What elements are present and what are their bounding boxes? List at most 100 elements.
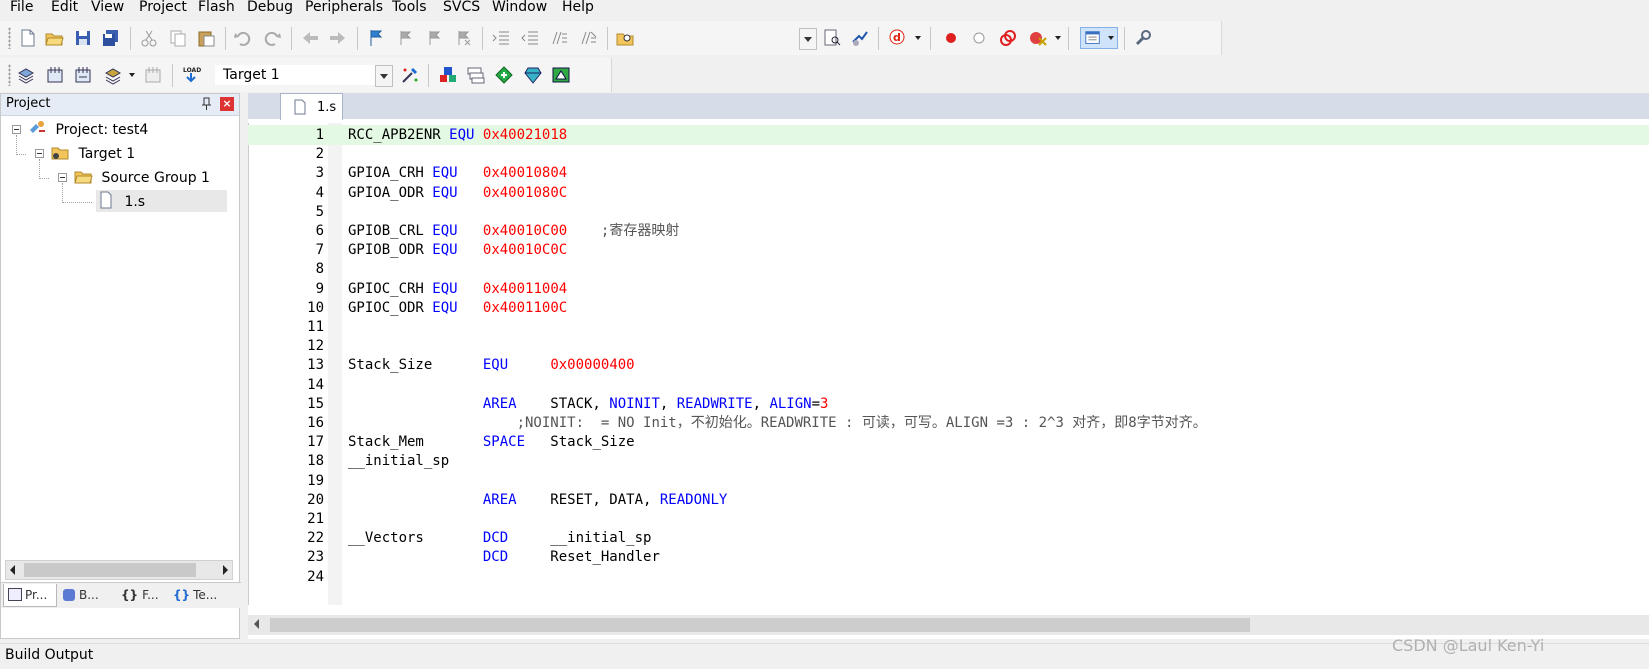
prev-bookmark-icon[interactable]	[395, 28, 415, 48]
code-line[interactable]: 4 GPIOA_ODR EQU 0x4001080C	[248, 183, 1649, 203]
menu-flash[interactable]: Flash	[196, 0, 237, 16]
code-line[interactable]: 23 DCD Reset_Handler	[248, 547, 1649, 567]
next-bookmark-icon[interactable]	[424, 28, 444, 48]
menu-help[interactable]: Help	[560, 0, 596, 16]
file-extensions-icon[interactable]	[466, 65, 486, 85]
configure-icon[interactable]	[1133, 28, 1153, 48]
code-line[interactable]: 21	[248, 509, 1649, 529]
kill-all-breakpoints-icon[interactable]	[1028, 28, 1048, 48]
menu-project[interactable]: Project	[137, 0, 189, 16]
code-line[interactable]: 10 GPIOC_ODR EQU 0x4001100C	[248, 298, 1649, 318]
code-line[interactable]: 19	[248, 471, 1649, 491]
scroll-left-icon[interactable]	[10, 565, 15, 575]
tree-item-target[interactable]: Target 1	[50, 142, 135, 164]
find-in-files-icon[interactable]	[615, 28, 635, 48]
tree-item-file[interactable]: 1.s	[96, 190, 227, 212]
code-line[interactable]: 11	[248, 317, 1649, 337]
menu-tools[interactable]: Tools	[390, 0, 429, 16]
code-line[interactable]: 8	[248, 259, 1649, 279]
menu-file[interactable]: File	[8, 0, 35, 16]
copy-icon[interactable]	[168, 28, 188, 48]
code-line[interactable]: 18 __initial_sp	[248, 451, 1649, 471]
redo-icon[interactable]	[262, 28, 282, 48]
menu-debug[interactable]: Debug	[245, 0, 295, 16]
expand-project-icon[interactable]	[12, 125, 21, 134]
code-line[interactable]: 7 GPIOB_ODR EQU 0x40010C0C	[248, 240, 1649, 260]
bookmark-icon[interactable]	[366, 28, 386, 48]
comment-icon[interactable]	[549, 28, 569, 48]
menu-peripherals[interactable]: Peripherals	[303, 0, 385, 16]
debug-session-icon[interactable]: d	[888, 28, 908, 48]
expand-group-icon[interactable]	[58, 173, 67, 182]
clear-bookmarks-icon[interactable]	[453, 28, 473, 48]
save-all-icon[interactable]	[101, 28, 121, 48]
close-panel-icon[interactable]: ×	[220, 97, 234, 111]
disable-all-breakpoints-icon[interactable]	[998, 28, 1018, 48]
indent-icon[interactable]	[491, 28, 511, 48]
tab-books[interactable]: B...	[59, 584, 111, 606]
code-line[interactable]: 9 GPIOC_CRH EQU 0x40011004	[248, 279, 1649, 299]
manage-components-icon[interactable]	[438, 65, 458, 85]
code-line[interactable]: 2	[248, 144, 1649, 164]
code-line[interactable]: 3 GPIOA_CRH EQU 0x40010804	[248, 163, 1649, 183]
menu-svcs[interactable]: SVCS	[441, 0, 482, 16]
pack-installer-icon[interactable]	[494, 65, 514, 85]
editor-hscrollbar[interactable]	[248, 615, 1649, 635]
insert-breakpoint-icon[interactable]	[941, 28, 961, 48]
tree-item-source-group[interactable]: Source Group 1	[73, 166, 210, 188]
new-file-icon[interactable]	[18, 28, 38, 48]
open-folder-icon[interactable]	[44, 28, 64, 48]
batch-build-icon[interactable]	[103, 65, 123, 85]
project-scroll-thumb[interactable]	[24, 563, 196, 577]
unindent-icon[interactable]	[520, 28, 540, 48]
menu-view[interactable]: View	[89, 0, 126, 16]
code-line[interactable]: 6 GPIOB_CRL EQU 0x40010C00 ;寄存器映射	[248, 221, 1649, 241]
build-icon[interactable]	[45, 65, 65, 85]
menu-window[interactable]: Window	[490, 0, 549, 16]
expand-target-icon[interactable]	[35, 149, 44, 158]
target-options-icon[interactable]	[400, 65, 420, 85]
rebuild-icon[interactable]	[73, 65, 93, 85]
select-packs-icon[interactable]	[523, 65, 543, 85]
tab-project[interactable]: Pr...	[3, 584, 57, 607]
code-line[interactable]: 20 AREA RESET, DATA, READONLY	[248, 490, 1649, 510]
pin-icon[interactable]	[201, 97, 212, 111]
editor-scroll-thumb[interactable]	[270, 618, 1250, 632]
tab-functions[interactable]: {} F...	[115, 584, 167, 606]
code-line[interactable]: 14	[248, 375, 1649, 395]
code-line[interactable]: 16 ;NOINIT: = NO Init，不初始化。READWRITE : 可…	[248, 413, 1649, 433]
stop-build-icon[interactable]	[143, 65, 163, 85]
translate-icon[interactable]	[16, 65, 36, 85]
rte-manager-icon[interactable]	[551, 65, 571, 85]
editor-scroll-left-icon[interactable]	[254, 619, 259, 629]
tab-templates[interactable]: {} Te...	[169, 584, 227, 606]
disable-breakpoint-icon[interactable]	[969, 28, 989, 48]
cut-icon[interactable]	[139, 28, 159, 48]
nav-back-icon[interactable]	[300, 28, 320, 48]
code-line[interactable]: 24	[248, 567, 1649, 587]
browse-icon[interactable]	[850, 28, 870, 48]
code-line[interactable]: 12	[248, 336, 1649, 356]
paste-icon[interactable]	[196, 28, 216, 48]
target-select[interactable]: Target 1	[215, 65, 393, 87]
incremental-find-icon[interactable]	[822, 28, 842, 48]
window-layout-icon[interactable]	[1080, 27, 1118, 49]
save-icon[interactable]	[73, 28, 93, 48]
code-line[interactable]: 17 Stack_Mem SPACE Stack_Size	[248, 432, 1649, 452]
scroll-right-icon[interactable]	[223, 565, 228, 575]
tree-item-project[interactable]: Project: test4	[27, 118, 148, 140]
download-icon[interactable]: LOAD	[181, 65, 201, 85]
code-line[interactable]: 5	[248, 202, 1649, 222]
uncomment-icon[interactable]	[578, 28, 598, 48]
menu-edit[interactable]: Edit	[49, 0, 80, 16]
code-area[interactable]: 1 RCC_APB2ENR EQU 0x40021018 2 3 GPIOA_CRH E…	[248, 123, 1649, 605]
code-line[interactable]: 1 RCC_APB2ENR EQU 0x40021018	[248, 125, 1649, 145]
editor-tab-1s[interactable]: 1.s	[280, 93, 343, 120]
nav-forward-icon[interactable]	[328, 28, 348, 48]
find-combo[interactable]	[637, 28, 817, 50]
code-line[interactable]: 15 AREA STACK, NOINIT, READWRITE, ALIGN=…	[248, 394, 1649, 414]
undo-icon[interactable]	[233, 28, 253, 48]
project-hscrollbar[interactable]	[5, 560, 233, 580]
code-line[interactable]: 13 Stack_Size EQU 0x00000400	[248, 355, 1649, 375]
code-line[interactable]: 22 __Vectors DCD __initial_sp	[248, 528, 1649, 548]
